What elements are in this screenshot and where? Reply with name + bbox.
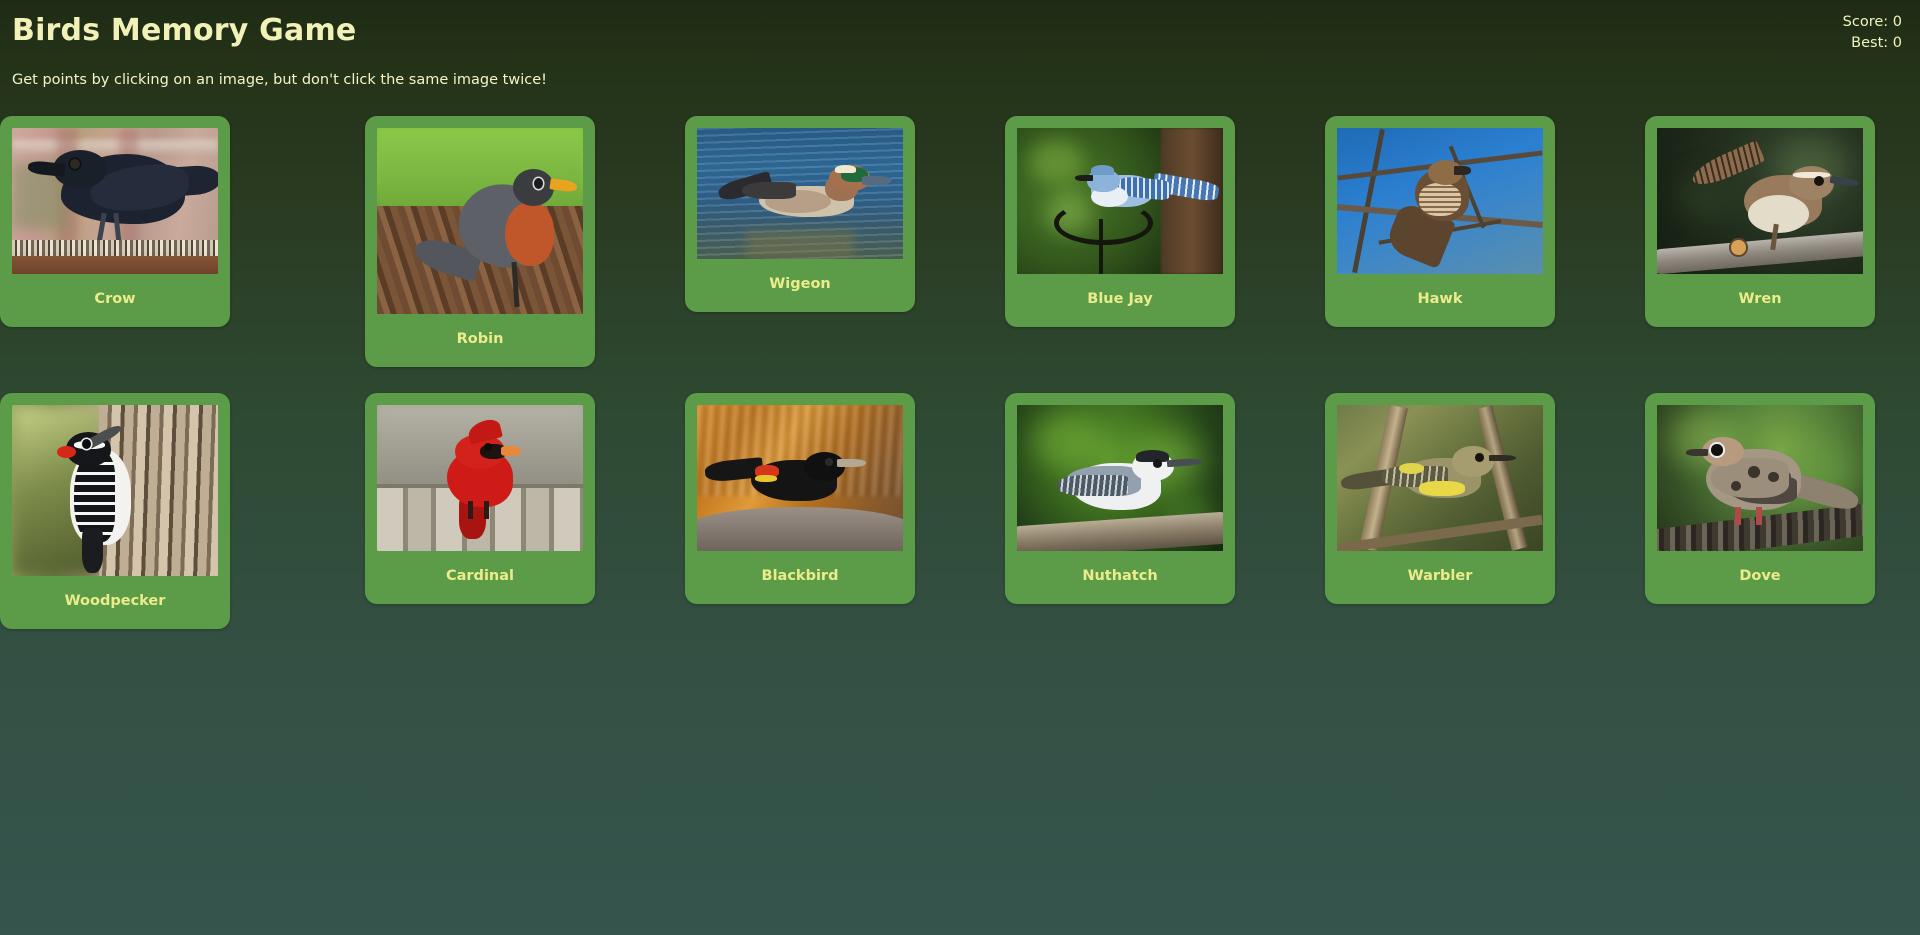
page-header: Birds Memory Game Get points by clicking… — [0, 0, 1920, 88]
grid-cell: Crow — [0, 116, 320, 327]
bird-card-wren[interactable]: Wren — [1645, 116, 1875, 327]
bird-card-wigeon[interactable]: Wigeon — [685, 116, 915, 312]
grid-cell: Wigeon — [640, 116, 960, 312]
bird-card-crow[interactable]: Crow — [0, 116, 230, 327]
bird-card-label: Woodpecker — [64, 593, 166, 609]
card-row-2: Woodpecker Cardinal Blackbird Nuthatch Warbl… — [0, 393, 1920, 629]
bird-image[interactable] — [377, 128, 583, 314]
bird-card-label: Blue Jay — [1087, 291, 1153, 307]
bird-card-label: Warbler — [1407, 568, 1473, 584]
bird-card-woodpecker[interactable]: Woodpecker — [0, 393, 230, 629]
bird-card-label: Nuthatch — [1082, 568, 1158, 584]
grid-cell: Dove — [1600, 393, 1920, 604]
bird-card-label: Robin — [456, 331, 504, 347]
best-value: Best: 0 — [1851, 35, 1902, 52]
page-subtitle: Get points by clicking on an image, but … — [12, 71, 547, 88]
bird-card-warbler[interactable]: Warbler — [1325, 393, 1555, 604]
bird-photo-hawk — [1337, 128, 1543, 274]
bird-photo-black — [697, 405, 903, 551]
bird-photo-nut — [1017, 405, 1223, 551]
bird-photo-warb — [1337, 405, 1543, 551]
bird-photo-card — [377, 405, 583, 551]
bird-card-hawk[interactable]: Hawk — [1325, 116, 1555, 327]
bird-photo-wigeon — [697, 128, 903, 259]
grid-cell: Wren — [1600, 116, 1920, 327]
grid-cell: Robin — [320, 116, 640, 367]
bird-image[interactable] — [697, 128, 903, 259]
bird-card-label: Crow — [94, 291, 136, 307]
bird-image[interactable] — [1017, 405, 1223, 551]
bird-card-label: Hawk — [1417, 291, 1463, 307]
bird-card-robin[interactable]: Robin — [365, 116, 595, 367]
bird-photo-bluejay — [1017, 128, 1223, 274]
score-value: Score: 0 — [1842, 14, 1902, 30]
bird-card-blue-jay[interactable]: Blue Jay — [1005, 116, 1235, 327]
bird-card-label: Dove — [1739, 568, 1781, 584]
bird-card-label: Cardinal — [445, 568, 514, 584]
page-title: Birds Memory Game — [12, 13, 357, 48]
bird-card-dove[interactable]: Dove — [1645, 393, 1875, 604]
grid-cell: Nuthatch — [960, 393, 1280, 604]
bird-photo-crow — [12, 128, 218, 274]
card-row-1: Crow Robin Wigeon Blue Jay Hawk Wren — [0, 116, 1920, 367]
bird-image[interactable] — [377, 405, 583, 551]
score-panel: Score: 0 Best: 0 — [1843, 12, 1902, 54]
bird-photo-robin — [377, 128, 583, 314]
bird-image[interactable] — [1337, 128, 1543, 274]
grid-cell: Warbler — [1280, 393, 1600, 604]
grid-cell: Woodpecker — [0, 393, 320, 629]
memory-game-board: Crow Robin Wigeon Blue Jay Hawk Wren Woodpeck… — [0, 88, 1920, 629]
bird-card-label: Wigeon — [769, 276, 831, 292]
bird-card-cardinal[interactable]: Cardinal — [365, 393, 595, 604]
bird-photo-wren — [1657, 128, 1863, 274]
bird-card-label: Blackbird — [761, 568, 839, 584]
bird-card-label: Wren — [1738, 291, 1782, 307]
bird-image[interactable] — [12, 128, 218, 274]
bird-image[interactable] — [1017, 128, 1223, 274]
bird-image[interactable] — [1657, 405, 1863, 551]
bird-photo-wood — [12, 405, 218, 576]
bird-card-blackbird[interactable]: Blackbird — [685, 393, 915, 604]
bird-image[interactable] — [697, 405, 903, 551]
bird-image[interactable] — [1337, 405, 1543, 551]
bird-image[interactable] — [12, 405, 218, 576]
bird-photo-dove — [1657, 405, 1863, 551]
grid-cell: Blue Jay — [960, 116, 1280, 327]
grid-cell: Hawk — [1280, 116, 1600, 327]
grid-cell: Blackbird — [640, 393, 960, 604]
bird-image[interactable] — [1657, 128, 1863, 274]
bird-card-nuthatch[interactable]: Nuthatch — [1005, 393, 1235, 604]
grid-cell: Cardinal — [320, 393, 640, 604]
